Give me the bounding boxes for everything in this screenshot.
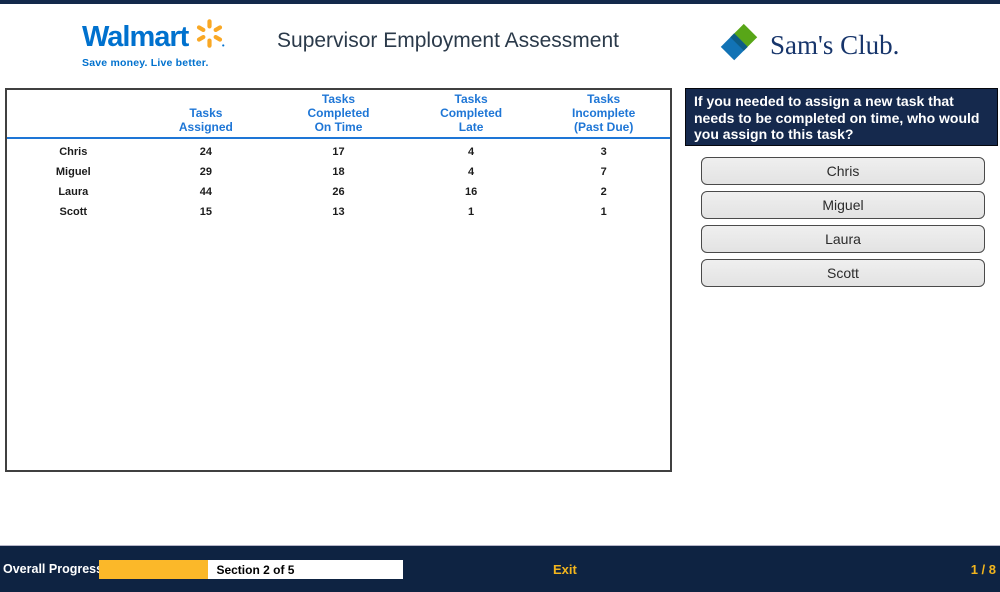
row-value: 4 [405, 166, 538, 178]
row-name: Laura [7, 186, 140, 198]
page-indicator: 1 / 8 [971, 560, 996, 579]
walmart-tagline: Save money. Live better. [82, 57, 226, 69]
row-value: 18 [272, 166, 405, 178]
row-value: 16 [405, 186, 538, 198]
exit-button[interactable]: Exit [553, 560, 577, 579]
row-name: Scott [7, 206, 140, 218]
row-value: 3 [537, 146, 670, 158]
column-header-tasks-assigned: Tasks Assigned [140, 106, 273, 134]
row-value: 24 [140, 146, 273, 158]
column-header-completed-late: Tasks Completed Late [405, 92, 538, 134]
answer-button-laura[interactable]: Laura [701, 225, 985, 253]
row-value: 7 [537, 166, 670, 178]
table-body: Chris241743Miguel291847Laura4426162Scott… [7, 139, 670, 222]
walmart-wordmark: Walmart [82, 23, 188, 52]
sams-club-logo: Sam's Club. [716, 20, 899, 71]
sams-club-diamond-icon [716, 20, 762, 71]
table-row: Chris241743 [7, 142, 670, 162]
column-header-completed-on-time: Tasks Completed On Time [272, 92, 405, 134]
row-value: 17 [272, 146, 405, 158]
sams-club-wordmark: Sam's Club. [770, 30, 899, 61]
row-name: Miguel [7, 166, 140, 178]
row-value: 4 [405, 146, 538, 158]
table-row: Laura4426162 [7, 182, 670, 202]
progress-bar: Section 2 of 5 [99, 560, 403, 579]
overall-progress-label: Overall Progress: [3, 560, 107, 579]
walmart-spark-icon [193, 17, 226, 55]
table-row: Scott151311 [7, 202, 670, 222]
top-border-strip [0, 0, 1000, 4]
question-box: If you needed to assign a new task that … [685, 88, 998, 146]
table-header-row: Tasks Assigned Tasks Completed On Time T… [7, 90, 670, 137]
row-value: 1 [537, 206, 670, 218]
row-value: 26 [272, 186, 405, 198]
answer-button-chris[interactable]: Chris [701, 157, 985, 185]
footer-bar: Overall Progress: Section 2 of 5 Exit 1 … [0, 545, 1000, 592]
row-value: 15 [140, 206, 273, 218]
row-value: 1 [405, 206, 538, 218]
progress-fill [99, 560, 208, 579]
page-title: Supervisor Employment Assessment [277, 29, 619, 53]
answer-button-miguel[interactable]: Miguel [701, 191, 985, 219]
progress-section-label: Section 2 of 5 [216, 563, 294, 577]
row-value: 13 [272, 206, 405, 218]
table-row: Miguel291847 [7, 162, 670, 182]
row-name: Chris [7, 146, 140, 158]
row-value: 2 [537, 186, 670, 198]
row-value: 29 [140, 166, 273, 178]
row-value: 44 [140, 186, 273, 198]
assessment-page: Walmart Save money. Live better. Superv [0, 0, 1000, 592]
walmart-logo: Walmart Save money. Live better. [82, 19, 226, 69]
answer-buttons: Chris Miguel Laura Scott [701, 157, 985, 293]
task-data-table: Tasks Assigned Tasks Completed On Time T… [5, 88, 672, 472]
column-header-incomplete: Tasks Incomplete (Past Due) [537, 92, 670, 134]
answer-button-scott[interactable]: Scott [701, 259, 985, 287]
